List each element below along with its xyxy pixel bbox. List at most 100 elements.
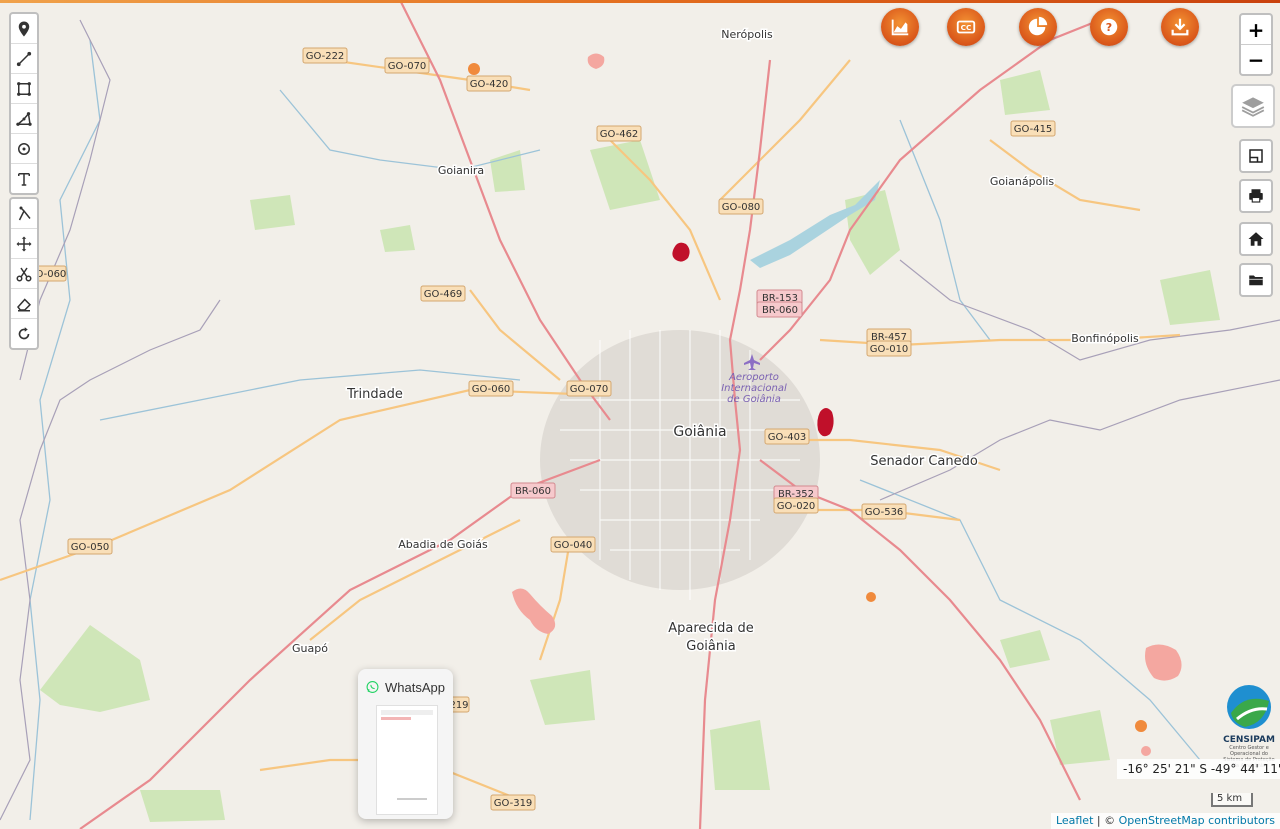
road-shield: GO-040 xyxy=(550,536,596,553)
polyline-tool-button[interactable] xyxy=(11,44,37,74)
print-icon xyxy=(1249,189,1263,203)
svg-text:GO-040: GO-040 xyxy=(554,540,593,551)
city-label-goiania: Goiânia xyxy=(673,424,726,440)
svg-text:GO-403: GO-403 xyxy=(768,432,807,443)
help-icon: ? xyxy=(1100,18,1118,36)
mouse-coordinates: -16° 25' 21" S -49° 44' 11" W xyxy=(1117,759,1280,779)
scissors-tool-button[interactable] xyxy=(11,259,37,289)
road-shield: GO-222 xyxy=(302,47,348,64)
road-shield: GO-010 xyxy=(866,340,912,357)
attribution-separator: | © xyxy=(1093,814,1119,827)
area-chart-button[interactable] xyxy=(881,8,919,46)
road-shield: GO-536 xyxy=(861,503,907,520)
polyline-icon xyxy=(16,51,32,66)
draw-toolbar xyxy=(9,12,39,195)
road-shield: GO-060 xyxy=(468,380,514,397)
pie-chart-icon xyxy=(1028,16,1048,36)
rectangle-tool-button[interactable] xyxy=(11,74,37,104)
road-shield: GO-469 xyxy=(420,285,466,302)
pie-chart-button[interactable] xyxy=(1019,8,1057,46)
zoom-out-button[interactable]: − xyxy=(1241,45,1271,74)
cut-icon xyxy=(18,206,31,220)
open-folder-button[interactable] xyxy=(1239,263,1273,297)
print-button[interactable] xyxy=(1239,179,1273,213)
top-accent-bar xyxy=(0,0,1280,3)
city-label-goianira: Goianira xyxy=(438,164,484,177)
base-map[interactable]: Aeroporto Internacional de Goiânia Goiân… xyxy=(0,0,1280,829)
ruler-icon xyxy=(1249,149,1263,163)
area-chart-icon xyxy=(891,19,909,36)
home-button[interactable] xyxy=(1239,222,1273,256)
city-label-aparecida-1: Aparecida de xyxy=(668,621,754,636)
city-label-abadia: Abadia de Goiás xyxy=(398,538,488,551)
svg-text:GO-420: GO-420 xyxy=(470,79,509,90)
osm-link[interactable]: OpenStreetMap contributors xyxy=(1119,814,1275,827)
fullscreen-button[interactable] xyxy=(1239,139,1273,173)
city-label-neropolis: Nerópolis xyxy=(721,28,773,41)
road-shield: BR-060 xyxy=(756,301,803,318)
eraser-icon xyxy=(17,297,32,311)
edit-toolbar xyxy=(9,197,39,350)
rotate-tool-button[interactable] xyxy=(11,319,37,348)
marker-tool-button[interactable] xyxy=(11,14,37,44)
zoom-control: + − xyxy=(1239,13,1273,76)
home-icon xyxy=(1248,232,1264,246)
layers-icon xyxy=(1241,97,1265,117)
city-label-trindade: Trindade xyxy=(346,387,403,402)
layers-button[interactable] xyxy=(1231,84,1275,128)
city-label-guapo: Guapó xyxy=(292,642,328,655)
logo-name: CENSIPAM xyxy=(1223,735,1275,745)
svg-text:CC: CC xyxy=(961,23,972,32)
download-icon xyxy=(1171,18,1189,36)
svg-text:GO-222: GO-222 xyxy=(306,51,345,62)
svg-text:GO-070: GO-070 xyxy=(570,384,609,395)
cc-icon: CC xyxy=(956,20,976,34)
road-shield: GO-462 xyxy=(596,125,642,142)
scale-bar: 5 km xyxy=(1211,793,1253,807)
move-tool-button[interactable] xyxy=(11,229,37,259)
road-shield: GO-070 xyxy=(384,57,430,74)
road-shield: BR-060 xyxy=(510,482,556,499)
circle-icon xyxy=(18,142,30,155)
polygon-icon xyxy=(16,111,32,126)
airport-label-1: Aeroporto xyxy=(728,372,779,383)
rectangle-icon xyxy=(17,81,31,96)
whatsapp-title: WhatsApp xyxy=(385,679,445,695)
whatsapp-icon xyxy=(366,681,379,693)
download-button[interactable] xyxy=(1161,8,1199,46)
svg-text:GO-080: GO-080 xyxy=(722,202,761,213)
eraser-tool-button[interactable] xyxy=(11,289,37,319)
city-label-senador-canedo: Senador Canedo xyxy=(870,454,978,469)
svg-text:BR-060: BR-060 xyxy=(762,305,798,316)
whatsapp-preview[interactable]: WhatsApp xyxy=(358,669,453,819)
circle-tool-button[interactable] xyxy=(11,134,37,164)
svg-text:BR-060: BR-060 xyxy=(515,486,551,497)
whatsapp-thumbnail xyxy=(376,705,438,815)
svg-text:GO-020: GO-020 xyxy=(777,501,816,512)
svg-text:GO-319: GO-319 xyxy=(494,798,533,809)
rotate-icon xyxy=(18,326,30,339)
road-shield: GO-080 xyxy=(718,198,764,215)
polygon-tool-button[interactable] xyxy=(11,104,37,134)
road-shield: GO-319 xyxy=(490,794,536,811)
svg-text:GO-050: GO-050 xyxy=(71,542,110,553)
city-label-aparecida-2: Goiânia xyxy=(686,639,735,654)
svg-text:GO-070: GO-070 xyxy=(388,61,427,72)
move-icon xyxy=(16,236,32,251)
text-tool-button[interactable] xyxy=(11,164,37,193)
city-label-goianapolis: Goianápolis xyxy=(990,175,1055,188)
svg-text:GO-060: GO-060 xyxy=(472,384,511,395)
road-shield: GO-050 xyxy=(67,538,113,555)
censipam-logo: CENSIPAM Centro Gestor e Operacional do … xyxy=(1222,683,1276,769)
cc-button[interactable]: CC xyxy=(947,8,985,46)
map-attribution: Leaflet | © OpenStreetMap contributors xyxy=(1050,813,1280,829)
zoom-in-button[interactable]: + xyxy=(1241,15,1271,45)
leaflet-link[interactable]: Leaflet xyxy=(1056,814,1093,827)
svg-text:GO-536: GO-536 xyxy=(865,507,904,518)
cut-tool-button[interactable] xyxy=(11,199,37,229)
marker-icon xyxy=(18,21,30,36)
help-button[interactable]: ? xyxy=(1090,8,1128,46)
road-shield: GO-020 xyxy=(773,497,819,514)
city-label-bonfinopolis: Bonfinópolis xyxy=(1071,332,1139,345)
svg-text:GO-415: GO-415 xyxy=(1014,124,1053,135)
